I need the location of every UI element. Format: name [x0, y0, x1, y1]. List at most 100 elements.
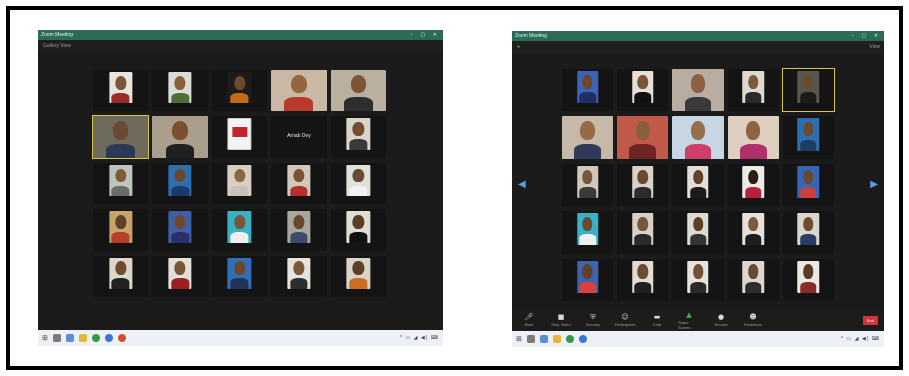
- chat-button[interactable]: ▬ Chat: [646, 313, 668, 327]
- participant-video: [576, 165, 599, 198]
- window-title: Zoom Meeting: [41, 32, 73, 38]
- participant-tile[interactable]: [782, 116, 834, 159]
- participant-tile[interactable]: [211, 209, 268, 251]
- participant-tile[interactable]: [330, 116, 386, 158]
- end-meeting-button[interactable]: End: [862, 315, 878, 325]
- participant-tile[interactable]: [271, 209, 327, 251]
- participant-tile[interactable]: [271, 162, 327, 205]
- zoom-window-left: Zoom Meeting – ▢ ✕ Gallery View ✋︎✋︎✋︎Ar…: [38, 30, 443, 346]
- participant-tile[interactable]: [672, 116, 724, 159]
- next-page-arrow-icon[interactable]: ▶: [870, 179, 878, 190]
- participant-head: [115, 168, 127, 183]
- participant-tile-active-speaker[interactable]: [91, 115, 150, 159]
- stop-video-button[interactable]: ■ Stop Video: [550, 313, 572, 327]
- participant-body: [684, 96, 712, 112]
- participant-tile[interactable]: [727, 258, 779, 301]
- mute-button[interactable]: 🎤︎ Mute: [518, 313, 540, 327]
- participant-tile[interactable]: [562, 258, 614, 301]
- chrome-icon[interactable]: [91, 334, 100, 342]
- participant-tile[interactable]: [782, 211, 834, 254]
- share-screen-button[interactable]: ▲ Share Screen: [678, 311, 700, 330]
- participant-tile[interactable]: [562, 116, 614, 159]
- participant-tile[interactable]: [271, 70, 327, 112]
- system-tray[interactable]: ^ ▭ ◢ ◀) ⌨: [841, 336, 880, 342]
- participant-tile-active-speaker[interactable]: [781, 67, 836, 113]
- participant-tile[interactable]: [727, 69, 779, 112]
- search-icon[interactable]: [526, 335, 535, 343]
- participant-head: [112, 121, 129, 140]
- window-controls[interactable]: – ▢ ✕: [851, 31, 881, 41]
- participant-body: [111, 185, 130, 197]
- task-view-icon[interactable]: [539, 335, 548, 343]
- zoom-app-icon[interactable]: [578, 335, 587, 343]
- participant-body: [634, 187, 651, 198]
- participant-tile[interactable]: [271, 255, 327, 297]
- participant-tile[interactable]: [672, 258, 724, 301]
- participant-body: [290, 278, 308, 290]
- app-icon[interactable]: [117, 334, 126, 342]
- participant-tile[interactable]: [211, 116, 268, 158]
- participant-tile[interactable]: [727, 163, 779, 207]
- window-controls[interactable]: – ▢ ✕: [410, 30, 440, 40]
- participant-tile[interactable]: [562, 211, 614, 254]
- participants-button[interactable]: ☺ Participants: [614, 313, 636, 327]
- reactions-button[interactable]: ☻ Reactions: [742, 313, 764, 327]
- participant-tile[interactable]: [782, 258, 834, 301]
- participant-video: [742, 71, 764, 104]
- windows-logo-icon[interactable]: ⊞: [42, 334, 48, 342]
- record-button[interactable]: ● Record: [710, 313, 732, 327]
- task-view-icon[interactable]: [65, 334, 74, 342]
- participant-tile[interactable]: [672, 163, 724, 207]
- participant-tile[interactable]: [152, 162, 208, 205]
- participant-tile[interactable]: [782, 163, 834, 207]
- file-explorer-icon[interactable]: [78, 334, 87, 342]
- participant-body: [800, 187, 817, 198]
- zoom-app-icon[interactable]: [104, 334, 113, 342]
- view-button[interactable]: View: [869, 41, 880, 53]
- participant-tile[interactable]: [617, 69, 669, 112]
- participant-tile[interactable]: ✋︎: [211, 70, 268, 112]
- participant-tile[interactable]: [727, 116, 779, 159]
- participants-icon: ☺: [621, 313, 629, 321]
- participant-tile[interactable]: [330, 255, 386, 297]
- windows-logo-icon[interactable]: ⊞: [516, 335, 522, 343]
- prev-page-arrow-icon[interactable]: ◀: [518, 179, 526, 190]
- security-shield-icon[interactable]: ●: [517, 44, 520, 50]
- participant-tile[interactable]: Arnab Dey: [271, 116, 327, 158]
- participant-head: [293, 261, 305, 276]
- view-label[interactable]: Gallery View: [43, 43, 71, 49]
- participant-tile[interactable]: [152, 209, 208, 251]
- search-icon[interactable]: [52, 334, 61, 342]
- participant-video: [632, 260, 654, 293]
- participant-tile[interactable]: [330, 209, 386, 251]
- participant-tile[interactable]: [562, 163, 614, 207]
- participant-video: [797, 260, 820, 293]
- participant-video: [727, 116, 779, 159]
- participant-tile[interactable]: [617, 258, 669, 301]
- participant-tile[interactable]: ✋︎: [152, 70, 208, 112]
- participant-tile[interactable]: [330, 162, 386, 205]
- participant-tile[interactable]: [617, 211, 669, 254]
- participant-head: [293, 168, 305, 183]
- participant-tile[interactable]: [93, 255, 149, 297]
- participant-tile[interactable]: [93, 162, 149, 205]
- participant-tile[interactable]: [617, 163, 669, 207]
- participant-tile[interactable]: ✋︎: [93, 70, 149, 112]
- file-explorer-icon[interactable]: [552, 335, 561, 343]
- participant-video: [346, 164, 370, 197]
- participant-tile[interactable]: [727, 211, 779, 254]
- participant-tile[interactable]: [672, 69, 724, 112]
- participant-tile[interactable]: [152, 255, 208, 297]
- participant-tile[interactable]: [617, 116, 669, 159]
- participant-tile[interactable]: [152, 116, 208, 158]
- participant-tile[interactable]: [211, 162, 268, 205]
- security-button[interactable]: ⛨ Security: [582, 313, 604, 327]
- participant-tile[interactable]: [211, 255, 268, 297]
- chrome-icon[interactable]: [565, 335, 574, 343]
- participant-tile[interactable]: [93, 209, 149, 251]
- participant-tile[interactable]: [330, 70, 386, 112]
- system-tray[interactable]: ^ ▭ ◢ ◀) ⌨: [400, 335, 439, 341]
- participant-tile[interactable]: [672, 211, 724, 254]
- participant-tile[interactable]: ✋︎: [562, 69, 614, 112]
- participant-video: [687, 260, 709, 293]
